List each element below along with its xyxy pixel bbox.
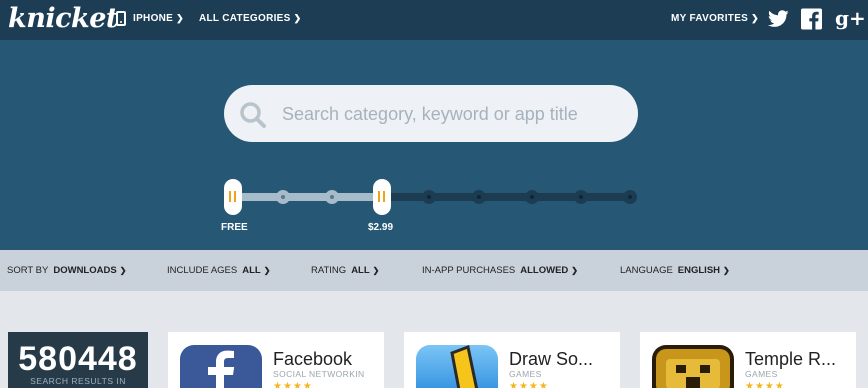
price-step[interactable]	[325, 190, 339, 204]
filter-label: RATING	[311, 265, 347, 276]
facebook-icon[interactable]	[801, 8, 822, 30]
temple-run-app-icon[interactable]	[652, 345, 734, 388]
price-max-label: $2.99	[368, 222, 394, 233]
filter-value: ENGLISH	[677, 265, 721, 276]
chevron-down-icon: ❯	[372, 266, 380, 275]
chevron-down-icon: ❯	[751, 13, 759, 23]
google-plus-icon[interactable]: g+	[835, 6, 866, 30]
favorites-dropdown[interactable]: MY FAVORITES ❯	[671, 13, 759, 24]
price-step[interactable]	[422, 190, 436, 204]
price-step[interactable]	[574, 190, 588, 204]
rating-stars-icon: ★★★★	[273, 381, 313, 388]
filter-value: ALL	[351, 265, 370, 276]
price-min-label: FREE	[221, 222, 248, 233]
results-count-label: SEARCH RESULTS IN	[30, 376, 126, 386]
app-name[interactable]: Draw So...	[509, 349, 617, 370]
chevron-down-icon: ❯	[293, 13, 302, 23]
price-slider[interactable]: FREE $2.99	[221, 175, 644, 235]
filter-label: LANGUAGE	[620, 265, 673, 276]
chevron-down-icon: ❯	[571, 266, 578, 275]
app-name[interactable]: Temple R...	[745, 349, 853, 370]
rating-stars-icon: ★★★★	[509, 381, 549, 388]
top-bar: knicket IPHONE ❯ ALL CATEGORIES ❯ MY FAVOR…	[0, 0, 868, 40]
twitter-icon[interactable]	[767, 8, 790, 30]
rating-stars-icon: ★★★★	[745, 381, 785, 388]
device-dropdown[interactable]: IPHONE ❯	[133, 13, 184, 24]
language-filter[interactable]: LANGUAGE ENGLISH ❯	[620, 265, 730, 276]
search-bar	[224, 85, 638, 142]
price-step[interactable]	[525, 190, 539, 204]
price-slider-inactive-track	[382, 193, 636, 201]
app-category: GAMES	[509, 369, 542, 379]
price-step[interactable]	[276, 190, 290, 204]
in-app-purchases-filter[interactable]: IN-APP PURCHASES ALLOWED ❯	[422, 265, 578, 276]
filter-label: SORT BY	[7, 265, 49, 276]
favorites-dropdown-label: MY FAVORITES	[671, 13, 749, 24]
device-dropdown-label: IPHONE	[133, 13, 174, 24]
facebook-app-icon[interactable]	[180, 345, 262, 388]
price-slider-active-track	[234, 193, 382, 201]
filter-label: IN-APP PURCHASES	[422, 265, 516, 276]
results-count-card: 580448 SEARCH RESULTS IN	[8, 332, 148, 388]
rating-filter[interactable]: RATING ALL ❯	[311, 265, 379, 276]
sort-by-filter[interactable]: SORT BY DOWNLOADS ❯	[7, 265, 126, 276]
app-card[interactable]: Draw So... GAMES ★★★★	[404, 332, 620, 388]
search-icon[interactable]	[239, 101, 267, 129]
logo[interactable]: knicket	[8, 3, 118, 34]
price-max-handle[interactable]	[373, 179, 391, 215]
categories-dropdown-label: ALL CATEGORIES	[199, 13, 291, 24]
draw-something-app-icon[interactable]	[416, 345, 498, 388]
search-input[interactable]	[282, 100, 622, 128]
chevron-down-icon: ❯	[263, 266, 271, 275]
hero-section: FREE $2.99	[0, 40, 868, 250]
include-ages-filter[interactable]: INCLUDE AGES ALL ❯	[167, 265, 270, 276]
chevron-down-icon: ❯	[176, 13, 184, 23]
app-category: SOCIAL NETWORKIN	[273, 369, 365, 379]
results-count: 580448	[18, 340, 138, 378]
categories-dropdown[interactable]: ALL CATEGORIES ❯	[199, 13, 301, 24]
filter-value: ALLOWED	[520, 265, 569, 276]
phone-icon	[116, 11, 126, 26]
chevron-down-icon: ❯	[723, 266, 730, 275]
app-card[interactable]: Temple R... GAMES ★★★★	[640, 332, 856, 388]
filter-label: INCLUDE AGES	[167, 265, 238, 276]
filter-bar: SORT BY DOWNLOADS ❯ INCLUDE AGES ALL ❯ RATIN…	[0, 250, 868, 291]
filter-value: ALL	[242, 265, 261, 276]
filter-value: DOWNLOADS	[53, 265, 117, 276]
price-step[interactable]	[623, 190, 637, 204]
price-min-handle[interactable]	[224, 179, 242, 215]
app-card[interactable]: Facebook SOCIAL NETWORKIN ★★★★	[168, 332, 384, 388]
app-name[interactable]: Facebook	[273, 349, 381, 370]
app-category: GAMES	[745, 369, 778, 379]
price-step[interactable]	[472, 190, 486, 204]
chevron-down-icon: ❯	[119, 266, 127, 275]
